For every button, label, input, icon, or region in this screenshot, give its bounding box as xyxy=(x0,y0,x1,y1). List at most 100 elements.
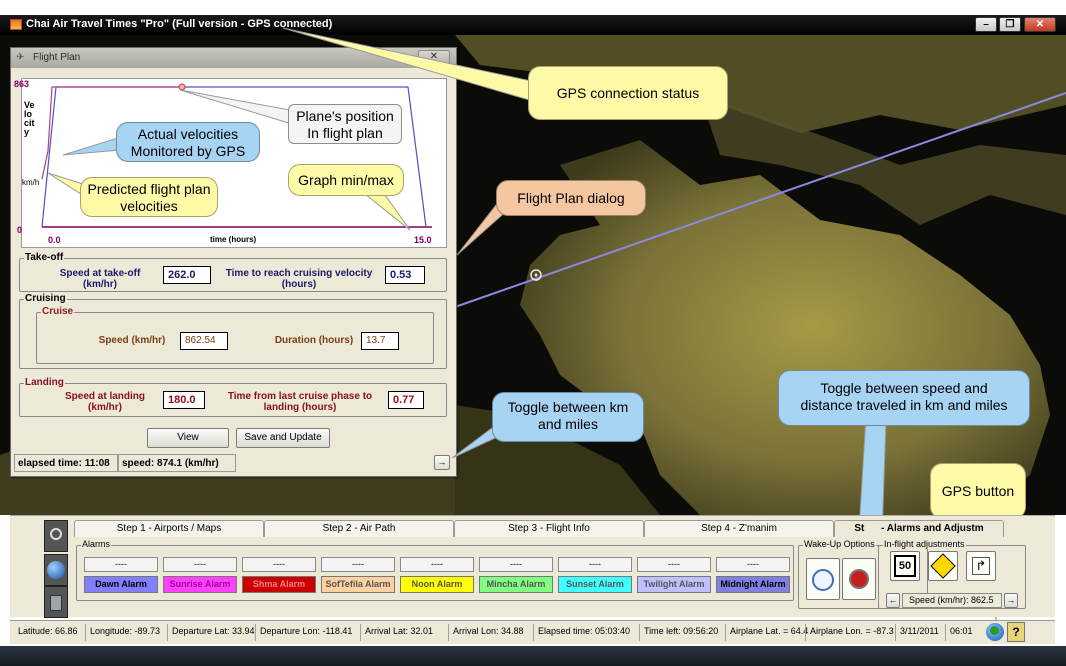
tab-step1[interactable]: Step 1 - Airports / Maps xyxy=(74,520,264,537)
tab-step2[interactable]: Step 2 - Air Path xyxy=(264,520,454,537)
save-update-button[interactable]: Save and Update xyxy=(236,428,330,448)
route-button[interactable]: ↱ xyxy=(966,551,996,581)
status-separator xyxy=(85,624,86,641)
close-button[interactable]: ✕ xyxy=(1024,17,1056,32)
status-separator xyxy=(639,624,640,641)
alarms-legend: Alarms xyxy=(81,539,112,549)
alarm-time-field: ---- xyxy=(637,557,711,572)
status-item: Airplane Lon. = -87.3 xyxy=(810,626,894,636)
building-icon xyxy=(50,595,62,611)
flight-plan-title-bar: ✈ Flight Plan ✕ xyxy=(11,48,456,68)
minimize-button[interactable]: – xyxy=(975,17,997,32)
turn-button[interactable] xyxy=(928,551,958,581)
alarm-time-field: ---- xyxy=(400,557,474,572)
globe-button[interactable] xyxy=(44,554,68,586)
cruise-speed-label: Speed (km/hr) xyxy=(98,335,166,346)
takeoff-time-label: Time to reach cruising velocity (hours) xyxy=(225,268,373,290)
status-item: Arrival Lon: 34.88 xyxy=(453,626,524,636)
gps-status-callout: GPS connection status xyxy=(528,66,728,120)
status-separator xyxy=(448,624,449,641)
takeoff-speed-label: Speed at take-off (km/hr) xyxy=(59,268,141,290)
takeoff-speed-field[interactable]: 262.0 xyxy=(163,266,211,284)
alarm-time-field: ---- xyxy=(321,557,395,572)
takeoff-legend: Take-off xyxy=(24,252,65,263)
gps-button[interactable] xyxy=(986,623,1004,641)
actual-velocities-callout: Actual velocities Monitored by GPS xyxy=(116,122,260,162)
status-separator xyxy=(805,624,806,641)
status-separator xyxy=(360,624,361,641)
view-button[interactable]: View xyxy=(147,428,229,448)
alarm-button[interactable]: Shma Alarm xyxy=(242,576,316,593)
toggle-km-miles-callout: Toggle between km and miles xyxy=(492,392,644,442)
speed-toggle-left-button[interactable]: ← xyxy=(886,593,900,608)
cruise-legend: Cruise xyxy=(41,306,75,317)
predicted-velocities-callout: Predicted flight plan velocities xyxy=(80,177,218,217)
alarm-time-field: ---- xyxy=(242,557,316,572)
cruise-speed-field[interactable]: 862.54 xyxy=(180,332,228,350)
cruise-duration-field[interactable]: 13.7 xyxy=(361,332,399,350)
plane-settings-button[interactable] xyxy=(842,558,876,600)
flight-plan-close-button[interactable]: ✕ xyxy=(418,50,450,64)
flight-plan-dialog-callout: Flight Plan dialog xyxy=(496,180,646,216)
status-item: Airplane Lat. = 64.4 xyxy=(730,626,809,636)
bottom-panel: Step 1 - Airports / Maps Step 2 - Air Pa… xyxy=(10,515,1055,618)
cruising-group: Cruising Cruise Speed (km/hr) 862.54 Dur… xyxy=(19,293,447,369)
alarm-button[interactable]: SofTefila Alarm xyxy=(321,576,395,593)
taskbar xyxy=(0,646,1066,666)
km-miles-toggle-button[interactable]: → xyxy=(434,455,450,470)
alarm-time-field: ---- xyxy=(84,557,158,572)
speed-status: speed: 874.1 (km/hr) xyxy=(118,454,236,472)
status-item: 3/11/2011 xyxy=(900,626,939,636)
flight-plan-title: Flight Plan xyxy=(33,52,81,63)
status-item: Departure Lon: -118.41 xyxy=(260,626,353,636)
gear-icon xyxy=(849,569,869,589)
stopwatch-button[interactable] xyxy=(806,558,840,600)
cruise-subgroup: Cruise Speed (km/hr) 862.54 Duration (ho… xyxy=(36,306,434,364)
cruising-legend: Cruising xyxy=(24,293,67,304)
status-separator xyxy=(725,624,726,641)
alarm-time-field: ---- xyxy=(479,557,553,572)
status-item: Time left: 09:56:20 xyxy=(644,626,719,636)
alarm-time-field: ---- xyxy=(163,557,237,572)
help-button[interactable]: ? xyxy=(1007,622,1025,642)
landing-speed-field[interactable]: 180.0 xyxy=(163,391,205,409)
alarm-button[interactable]: Sunrise Alarm xyxy=(163,576,237,593)
alarm-button[interactable]: Sunset Alarm xyxy=(558,576,632,593)
landing-time-label: Time from last cruise phase to landing (… xyxy=(227,391,373,413)
landing-legend: Landing xyxy=(24,377,65,388)
tab-step3[interactable]: Step 3 - Flight Info xyxy=(454,520,644,537)
landing-time-field[interactable]: 0.77 xyxy=(388,391,424,409)
plane-position-callout: Plane's position In flight plan xyxy=(288,104,402,144)
takeoff-group: Take-off Speed at take-off (km/hr) 262.0… xyxy=(19,252,447,292)
speed-toggle-right-button[interactable]: → xyxy=(1004,593,1018,608)
status-separator xyxy=(945,624,946,641)
speed-limit-button[interactable]: 50 xyxy=(890,551,920,581)
alarm-button[interactable]: Mincha Alarm xyxy=(479,576,553,593)
maximize-button[interactable]: ❐ xyxy=(999,17,1021,32)
status-item: Departure Lat: 33.94 xyxy=(172,626,255,636)
status-item: Latitude: 66.86 xyxy=(18,626,78,636)
status-separator xyxy=(895,624,896,641)
status-separator xyxy=(533,624,534,641)
takeoff-time-field[interactable]: 0.53 xyxy=(385,266,425,284)
app-title: Chai Air Travel Times "Pro" (Full versio… xyxy=(26,18,333,30)
status-item: 06:01 xyxy=(950,626,973,636)
globe-icon xyxy=(47,561,65,579)
tab-step5[interactable]: St - Alarms and Adjustm xyxy=(834,520,1004,537)
speed-sign-icon: 50 xyxy=(894,555,916,577)
alarm-button[interactable]: Dawn Alarm xyxy=(84,576,158,593)
app-title-bar: Chai Air Travel Times "Pro" (Full versio… xyxy=(0,15,1066,35)
alarm-button[interactable]: Midnight Alarm xyxy=(716,576,790,593)
landing-speed-label: Speed at landing (km/hr) xyxy=(64,391,145,413)
cruise-duration-label: Duration (hours) xyxy=(274,335,354,346)
gps-icon xyxy=(990,626,999,635)
alarm-button[interactable]: Noon Alarm xyxy=(400,576,474,593)
route-arrow-icon: ↱ xyxy=(972,557,990,575)
tab-step4[interactable]: Step 4 - Z'manim xyxy=(644,520,834,537)
target-button[interactable] xyxy=(44,520,68,552)
landing-group: Landing Speed at landing (km/hr) 180.0 T… xyxy=(19,377,447,417)
alarm-button[interactable]: Twilight Alarm xyxy=(637,576,711,593)
status-bar: ? Latitude: 66.86 Longitude: -89.73 Depart… xyxy=(10,620,1055,644)
city-button[interactable] xyxy=(44,586,68,618)
status-separator xyxy=(255,624,256,641)
